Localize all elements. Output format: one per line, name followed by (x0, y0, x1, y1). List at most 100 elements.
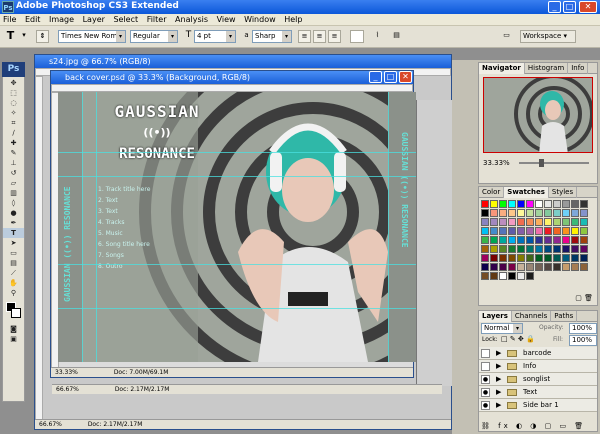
color-swatch[interactable] (517, 263, 525, 271)
color-swatch[interactable] (562, 218, 570, 226)
color-swatch[interactable] (499, 209, 507, 217)
warp-text-icon[interactable]: ⌇ (371, 30, 384, 43)
tab-paths[interactable]: Paths (551, 311, 578, 322)
expand-arrow-icon[interactable]: ▶ (496, 373, 501, 386)
color-swatch[interactable] (544, 236, 552, 244)
color-swatch[interactable] (571, 236, 579, 244)
color-swatch[interactable] (553, 200, 561, 208)
color-swatch[interactable] (544, 200, 552, 208)
color-swatch[interactable] (517, 209, 525, 217)
fill-field[interactable]: 100% (569, 335, 597, 346)
visibility-toggle-icon[interactable] (481, 349, 490, 358)
healing-brush-tool-icon[interactable]: ✚ (3, 138, 24, 148)
color-swatch[interactable] (544, 245, 552, 253)
color-swatch[interactable] (508, 227, 516, 235)
menu-select[interactable]: Select (110, 14, 141, 26)
blur-tool-icon[interactable]: ◊ (3, 198, 24, 208)
color-swatch[interactable] (499, 272, 507, 280)
tool-preset-dropdown-icon[interactable]: ▾ (20, 30, 28, 43)
maximize-button[interactable]: □ (563, 1, 576, 13)
opacity-field[interactable]: 100% (569, 323, 597, 334)
color-swatch[interactable] (553, 209, 561, 217)
tab-navigator[interactable]: Navigator (479, 63, 525, 74)
color-swatch[interactable] (517, 200, 525, 208)
workspace-button[interactable]: Workspace ▾ (520, 30, 576, 43)
color-swatch[interactable] (481, 236, 489, 244)
color-swatch[interactable] (517, 236, 525, 244)
layer-row-songlist[interactable]: ● ▶ songlist (479, 373, 597, 386)
color-swatch[interactable] (544, 227, 552, 235)
color-swatch[interactable] (508, 218, 516, 226)
menu-edit[interactable]: Edit (22, 14, 44, 26)
color-swatch[interactable] (526, 227, 534, 235)
color-swatch[interactable] (499, 254, 507, 262)
eyedropper-tool-icon[interactable]: ⟋ (3, 268, 24, 278)
type-tool-icon[interactable]: T (3, 228, 24, 238)
color-swatch[interactable] (553, 236, 561, 244)
color-swatch[interactable] (535, 263, 543, 271)
color-swatch[interactable] (526, 272, 534, 280)
layer-row-info[interactable]: ▶ Info (479, 360, 597, 373)
text-orientation-icon[interactable]: ⇕ (36, 30, 49, 43)
guide-line[interactable] (388, 92, 389, 362)
color-swatch[interactable] (490, 263, 498, 271)
color-swatch[interactable] (562, 263, 570, 271)
zoom-level[interactable]: 66.67% (35, 421, 66, 428)
tab-color[interactable]: Color (479, 187, 505, 198)
color-swatch[interactable] (544, 263, 552, 271)
brushes-palette-icon[interactable]: ▭ (500, 30, 513, 43)
expand-arrow-icon[interactable]: ▶ (496, 360, 501, 373)
color-swatch[interactable] (517, 254, 525, 262)
color-swatch[interactable] (580, 245, 588, 253)
color-swatch[interactable] (508, 263, 516, 271)
layer-row-barcode[interactable]: ▶ barcode (479, 347, 597, 360)
menu-layer[interactable]: Layer (80, 14, 108, 26)
background-color-swatch[interactable] (11, 308, 21, 318)
expand-arrow-icon[interactable]: ▶ (496, 399, 501, 412)
color-swatch[interactable] (535, 218, 543, 226)
color-swatch[interactable] (508, 209, 516, 217)
color-swatch[interactable] (562, 245, 570, 253)
move-tool-icon[interactable]: ✥ (3, 78, 24, 88)
color-swatch[interactable] (481, 200, 489, 208)
slice-tool-icon[interactable]: ∕ (3, 128, 24, 138)
guide-line[interactable] (58, 308, 416, 309)
color-swatch[interactable] (571, 209, 579, 217)
zoom-tool-icon[interactable]: ⚲ (3, 288, 24, 298)
text-color-swatch[interactable] (350, 30, 364, 43)
path-selection-tool-icon[interactable]: ➤ (3, 238, 24, 248)
color-swatch[interactable] (490, 254, 498, 262)
color-swatch[interactable] (508, 272, 516, 280)
color-swatch[interactable] (544, 209, 552, 217)
font-family-select[interactable]: Times New Roman ▾ (58, 30, 126, 43)
font-style-select[interactable]: Regular ▾ (130, 30, 178, 43)
color-swatch[interactable] (544, 254, 552, 262)
tab-channels[interactable]: Channels (512, 311, 552, 322)
color-swatch[interactable] (517, 218, 525, 226)
color-swatch[interactable] (481, 227, 489, 235)
color-swatch[interactable] (535, 254, 543, 262)
color-swatch[interactable] (580, 227, 588, 235)
menu-window[interactable]: Window (241, 14, 279, 26)
guide-line[interactable] (58, 264, 416, 265)
color-swatch[interactable] (526, 200, 534, 208)
zoom-level[interactable]: 33.33% (51, 369, 82, 376)
color-swatch[interactable] (508, 254, 516, 262)
expand-arrow-icon[interactable]: ▶ (496, 386, 501, 399)
clone-stamp-tool-icon[interactable]: ⊥ (3, 158, 24, 168)
eye-icon[interactable]: ● (481, 401, 490, 410)
color-swatch[interactable] (544, 218, 552, 226)
eraser-tool-icon[interactable]: ▱ (3, 178, 24, 188)
doc-minimize-button[interactable]: _ (369, 71, 382, 83)
history-brush-tool-icon[interactable]: ↺ (3, 168, 24, 178)
shape-tool-icon[interactable]: ▭ (3, 248, 24, 258)
character-panel-icon[interactable]: ▤ (390, 30, 403, 43)
color-swatch[interactable] (499, 218, 507, 226)
color-swatch[interactable] (490, 200, 498, 208)
layer-row-text[interactable]: ● ▶ Text (479, 386, 597, 399)
color-swatch[interactable] (517, 245, 525, 253)
new-swatch-icon[interactable]: ▢ (575, 294, 582, 302)
delete-swatch-icon[interactable]: 🗑 (584, 294, 593, 302)
color-swatch[interactable] (508, 200, 516, 208)
color-swatch[interactable] (490, 218, 498, 226)
